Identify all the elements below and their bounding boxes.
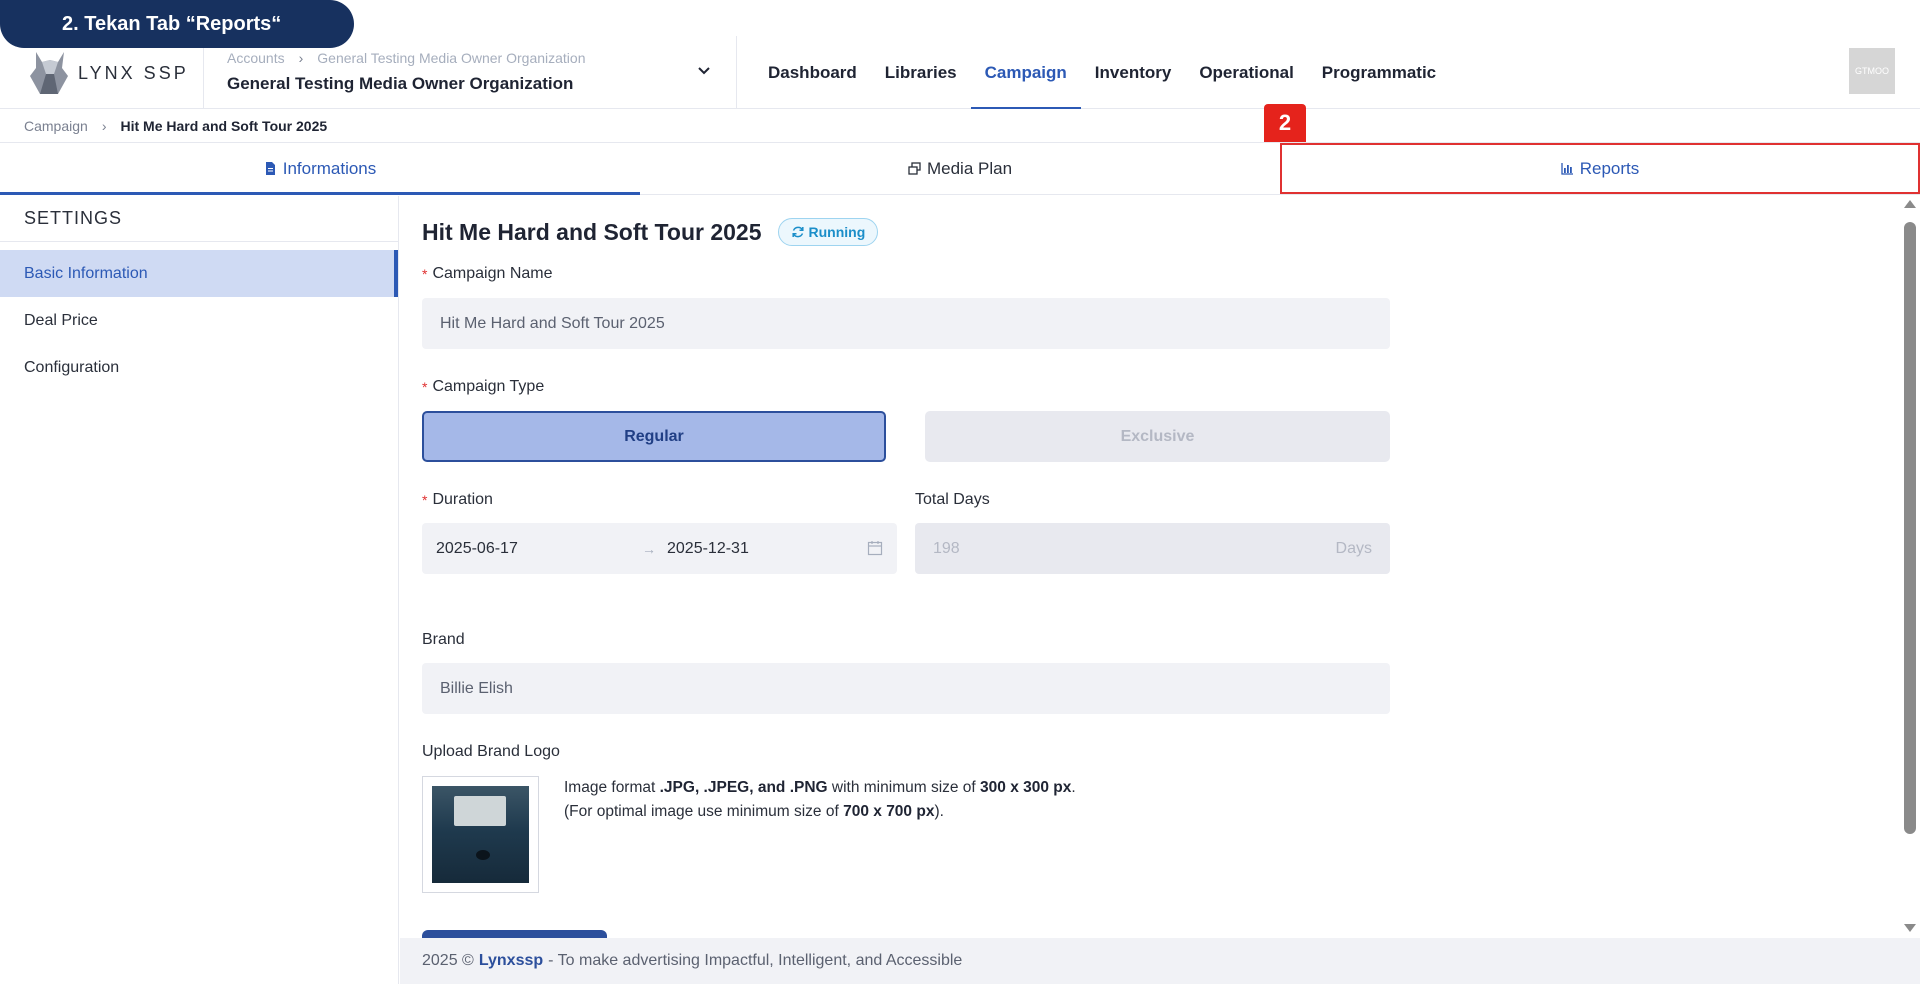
duration-label: * Duration: [422, 491, 493, 509]
scroll-thumb[interactable]: [1904, 222, 1916, 834]
tab-bar: Informations Media Plan Reports: [0, 142, 1920, 195]
breadcrumb-current: Hit Me Hard and Soft Tour 2025: [120, 118, 328, 134]
tab-media-plan-label: Media Plan: [926, 158, 1013, 178]
document-icon: [265, 162, 275, 175]
calendar-icon[interactable]: [867, 540, 883, 556]
required-marker: *: [422, 379, 428, 395]
total-days-label: Total Days: [915, 491, 990, 508]
breadcrumb-campaign[interactable]: Campaign: [24, 118, 88, 134]
scroll-up-arrow-icon[interactable]: [1904, 200, 1916, 208]
chevron-down-icon[interactable]: [693, 60, 715, 82]
main-nav: Dashboard Libraries Campaign Inventory O…: [754, 36, 1450, 109]
tab-informations[interactable]: Informations: [0, 143, 640, 195]
nav-campaign[interactable]: Campaign: [970, 36, 1081, 109]
step-badge: 2: [1264, 104, 1306, 142]
tab-reports[interactable]: Reports: [1280, 143, 1920, 194]
breadcrumb: Campaign › Hit Me Hard and Soft Tour 202…: [24, 116, 327, 136]
instruction-callout: 2. Tekan Tab “Reports“: [0, 0, 354, 48]
footer-prefix: 2025 ©: [422, 952, 474, 969]
org-title: General Testing Media Owner Organization: [227, 74, 574, 93]
footer-tagline: - To make advertising Impactful, Intelli…: [548, 952, 963, 969]
total-days-field: 198 Days: [915, 523, 1390, 574]
logo[interactable]: LYNX SSP: [28, 48, 189, 98]
chevron-right-icon: ›: [298, 50, 304, 66]
basic-information-form: Hit Me Hard and Soft Tour 2025 Running *…: [400, 196, 1905, 938]
campaign-type-label-text: Campaign Type: [432, 378, 545, 395]
duration-range-picker[interactable]: 2025-06-17 → 2025-12-31: [422, 523, 897, 574]
tab-reports-label: Reports: [1579, 158, 1640, 178]
sidebar-item-basic-information[interactable]: Basic Information: [0, 250, 398, 297]
page-title: Hit Me Hard and Soft Tour 2025: [422, 218, 762, 245]
campaign-type-label: * Campaign Type: [422, 378, 544, 396]
status-badge: Running: [777, 218, 879, 246]
duration-label-text: Duration: [432, 491, 493, 508]
campaign-type-regular-button[interactable]: Regular: [422, 411, 886, 462]
duration-end[interactable]: 2025-12-31: [667, 540, 749, 558]
windows-icon: [908, 162, 921, 175]
settings-sidebar: SETTINGS Basic Information Deal Price Co…: [0, 196, 399, 984]
footer-brand-link[interactable]: Lynxssp: [479, 952, 543, 970]
arrow-right-icon: →: [642, 541, 656, 557]
nav-libraries[interactable]: Libraries: [871, 36, 971, 109]
nav-dashboard[interactable]: Dashboard: [754, 36, 871, 109]
lynx-logo-icon: [30, 52, 68, 94]
required-marker: *: [422, 492, 428, 508]
bar-chart-icon: [1561, 163, 1573, 175]
duration-start[interactable]: 2025-06-17: [436, 540, 518, 558]
tab-informations-label: Informations: [282, 158, 377, 178]
action-button-partial[interactable]: [422, 930, 607, 938]
campaign-name-label-text: Campaign Name: [432, 265, 553, 282]
sidebar-title: SETTINGS: [0, 196, 398, 242]
status-text: Running: [808, 224, 866, 240]
brand-logo-preview[interactable]: [422, 776, 539, 893]
scrollbar[interactable]: [1900, 196, 1920, 938]
total-days-value: 198: [933, 539, 960, 557]
tab-media-plan[interactable]: Media Plan: [640, 143, 1280, 194]
avatar[interactable]: GTMOO: [1849, 48, 1895, 94]
refresh-icon: [791, 226, 804, 238]
brand-field[interactable]: Billie Elish: [422, 663, 1390, 714]
campaign-type-exclusive-button[interactable]: Exclusive: [925, 411, 1390, 462]
chevron-right-icon: ›: [101, 118, 107, 134]
total-days-unit: Days: [1335, 539, 1372, 557]
campaign-name-label: * Campaign Name: [422, 265, 553, 283]
nav-programmatic[interactable]: Programmatic: [1308, 36, 1450, 109]
campaign-name-field[interactable]: Hit Me Hard and Soft Tour 2025: [422, 298, 1390, 349]
footer: 2025 © Lynxssp - To make advertising Imp…: [400, 938, 1920, 984]
upload-hint: Image format .JPG, .JPEG, and .PNG with …: [564, 779, 1076, 820]
brand-label: Brand: [422, 631, 465, 648]
org-breadcrumb-parent[interactable]: Accounts: [227, 50, 285, 66]
sidebar-item-configuration[interactable]: Configuration: [0, 344, 398, 391]
divider: [736, 36, 737, 108]
brand-logo-image: [432, 786, 529, 883]
scroll-down-arrow-icon[interactable]: [1904, 924, 1916, 932]
sidebar-item-deal-price[interactable]: Deal Price: [0, 297, 398, 344]
title-row: Hit Me Hard and Soft Tour 2025 Running: [422, 218, 879, 246]
org-breadcrumb-child[interactable]: General Testing Media Owner Organization: [317, 50, 585, 66]
nav-inventory[interactable]: Inventory: [1081, 36, 1186, 109]
org-breadcrumb: Accounts › General Testing Media Owner O…: [227, 50, 585, 66]
upload-brand-logo-label: Upload Brand Logo: [422, 743, 560, 760]
required-marker: *: [422, 266, 428, 282]
logo-text: LYNX SSP: [78, 62, 189, 83]
org-switcher[interactable]: Accounts › General Testing Media Owner O…: [227, 50, 585, 94]
nav-operational[interactable]: Operational: [1185, 36, 1307, 109]
